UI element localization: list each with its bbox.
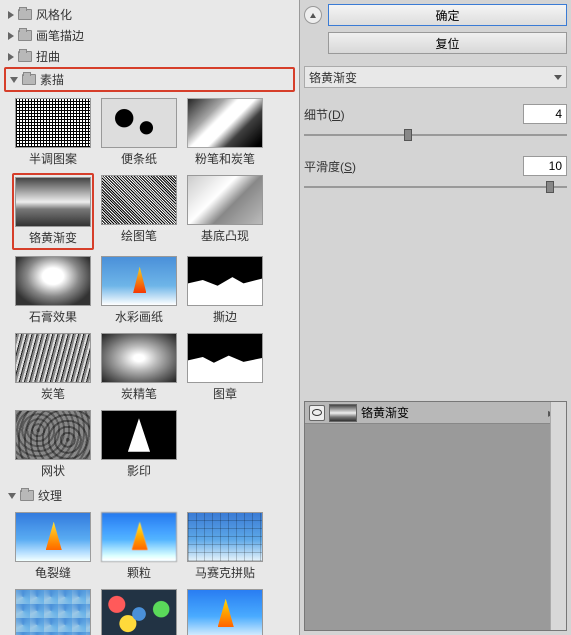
- detail-input[interactable]: [523, 104, 567, 124]
- thumb-mosaic[interactable]: 马赛克拼贴: [184, 510, 266, 583]
- folder-icon: [18, 51, 32, 62]
- thumb-stamp[interactable]: 图章: [184, 331, 266, 404]
- expand-icon: [8, 53, 14, 61]
- category-label: 风格化: [36, 6, 72, 23]
- thumb-bas-relief[interactable]: 基底凸现: [184, 173, 266, 250]
- folder-icon: [22, 74, 36, 85]
- thumb-plaster[interactable]: 石膏效果: [12, 254, 94, 327]
- folder-icon: [18, 30, 32, 41]
- category-label: 纹理: [38, 487, 62, 504]
- category-stylize[interactable]: 风格化: [4, 4, 295, 25]
- thumb-chrome[interactable]: 铬黄渐变: [12, 173, 94, 250]
- category-distort[interactable]: 扭曲: [4, 46, 295, 67]
- smooth-label: 平滑度(S): [304, 158, 374, 175]
- category-label: 扭曲: [36, 48, 60, 65]
- scrollbar[interactable]: [550, 402, 566, 630]
- collapse-panel-button[interactable]: [304, 6, 322, 24]
- thumb-conte[interactable]: 炭精笔: [98, 331, 180, 404]
- param-detail-row: 细节(D): [304, 104, 567, 124]
- thumb-chalk[interactable]: 粉笔和炭笔: [184, 96, 266, 169]
- layer-thumb-icon: [329, 404, 357, 422]
- thumb-photocopy[interactable]: 影印: [98, 408, 180, 481]
- detail-label: 细节(D): [304, 106, 374, 123]
- thumb-stained-glass[interactable]: 染色玻璃: [98, 587, 180, 635]
- ok-button[interactable]: 确定: [328, 4, 567, 26]
- layer-name: 铬黄渐变: [361, 404, 409, 421]
- collapse-icon: [10, 77, 18, 83]
- sketch-thumbs: 半调图案 便条纸 粉笔和炭笔 铬黄渐变 绘图笔 基底凸现 石膏效果 水彩画纸 撕…: [4, 92, 295, 485]
- filter-select-dropdown[interactable]: 铬黄渐变: [304, 66, 567, 88]
- thumb-torn-edges[interactable]: 撕边: [184, 254, 266, 327]
- category-brush[interactable]: 画笔描边: [4, 25, 295, 46]
- thumb-charcoal[interactable]: 炭笔: [12, 331, 94, 404]
- category-sketch[interactable]: 素描: [4, 67, 295, 92]
- effect-layers-panel: 铬黄渐变 ▸: [304, 401, 567, 631]
- expand-icon: [8, 32, 14, 40]
- param-smooth-row: 平滑度(S): [304, 156, 567, 176]
- category-texture[interactable]: 纹理: [4, 485, 295, 506]
- thumb-note-paper[interactable]: 便条纸: [98, 96, 180, 169]
- thumb-texturizer[interactable]: 纹理化: [184, 587, 266, 635]
- expand-icon: [8, 11, 14, 19]
- texture-thumbs: 龟裂缝 颗粒 马赛克拼贴 拼缀图 染色玻璃 纹理化: [4, 506, 295, 635]
- thumb-craquelure[interactable]: 龟裂缝: [12, 510, 94, 583]
- filter-settings-panel: 确定 复位 铬黄渐变 细节(D) 平滑度(S) 铬黄渐变 ▸: [300, 0, 571, 635]
- dropdown-value: 铬黄渐变: [309, 69, 554, 86]
- thumb-graphic-pen[interactable]: 绘图笔: [98, 173, 180, 250]
- chevron-down-icon: [554, 75, 562, 80]
- smooth-slider[interactable]: [304, 180, 567, 194]
- category-label: 画笔描边: [36, 27, 84, 44]
- folder-icon: [18, 9, 32, 20]
- smooth-input[interactable]: [523, 156, 567, 176]
- thumb-grain[interactable]: 颗粒: [98, 510, 180, 583]
- reset-button[interactable]: 复位: [328, 32, 567, 54]
- visibility-eye-icon[interactable]: [309, 405, 325, 421]
- filter-gallery-left: 风格化 画笔描边 扭曲 素描 半调图案 便条纸 粉笔和炭笔 铬黄渐变 绘图笔 基…: [0, 0, 300, 635]
- detail-slider[interactable]: [304, 128, 567, 142]
- thumb-half-tone[interactable]: 半调图案: [12, 96, 94, 169]
- thumb-water-paper[interactable]: 水彩画纸: [98, 254, 180, 327]
- thumb-patchwork[interactable]: 拼缀图: [12, 587, 94, 635]
- category-label: 素描: [40, 71, 64, 88]
- effect-layer-row[interactable]: 铬黄渐变 ▸: [305, 402, 566, 424]
- folder-icon: [20, 490, 34, 501]
- thumb-reticulation[interactable]: 网状: [12, 408, 94, 481]
- collapse-icon: [8, 493, 16, 499]
